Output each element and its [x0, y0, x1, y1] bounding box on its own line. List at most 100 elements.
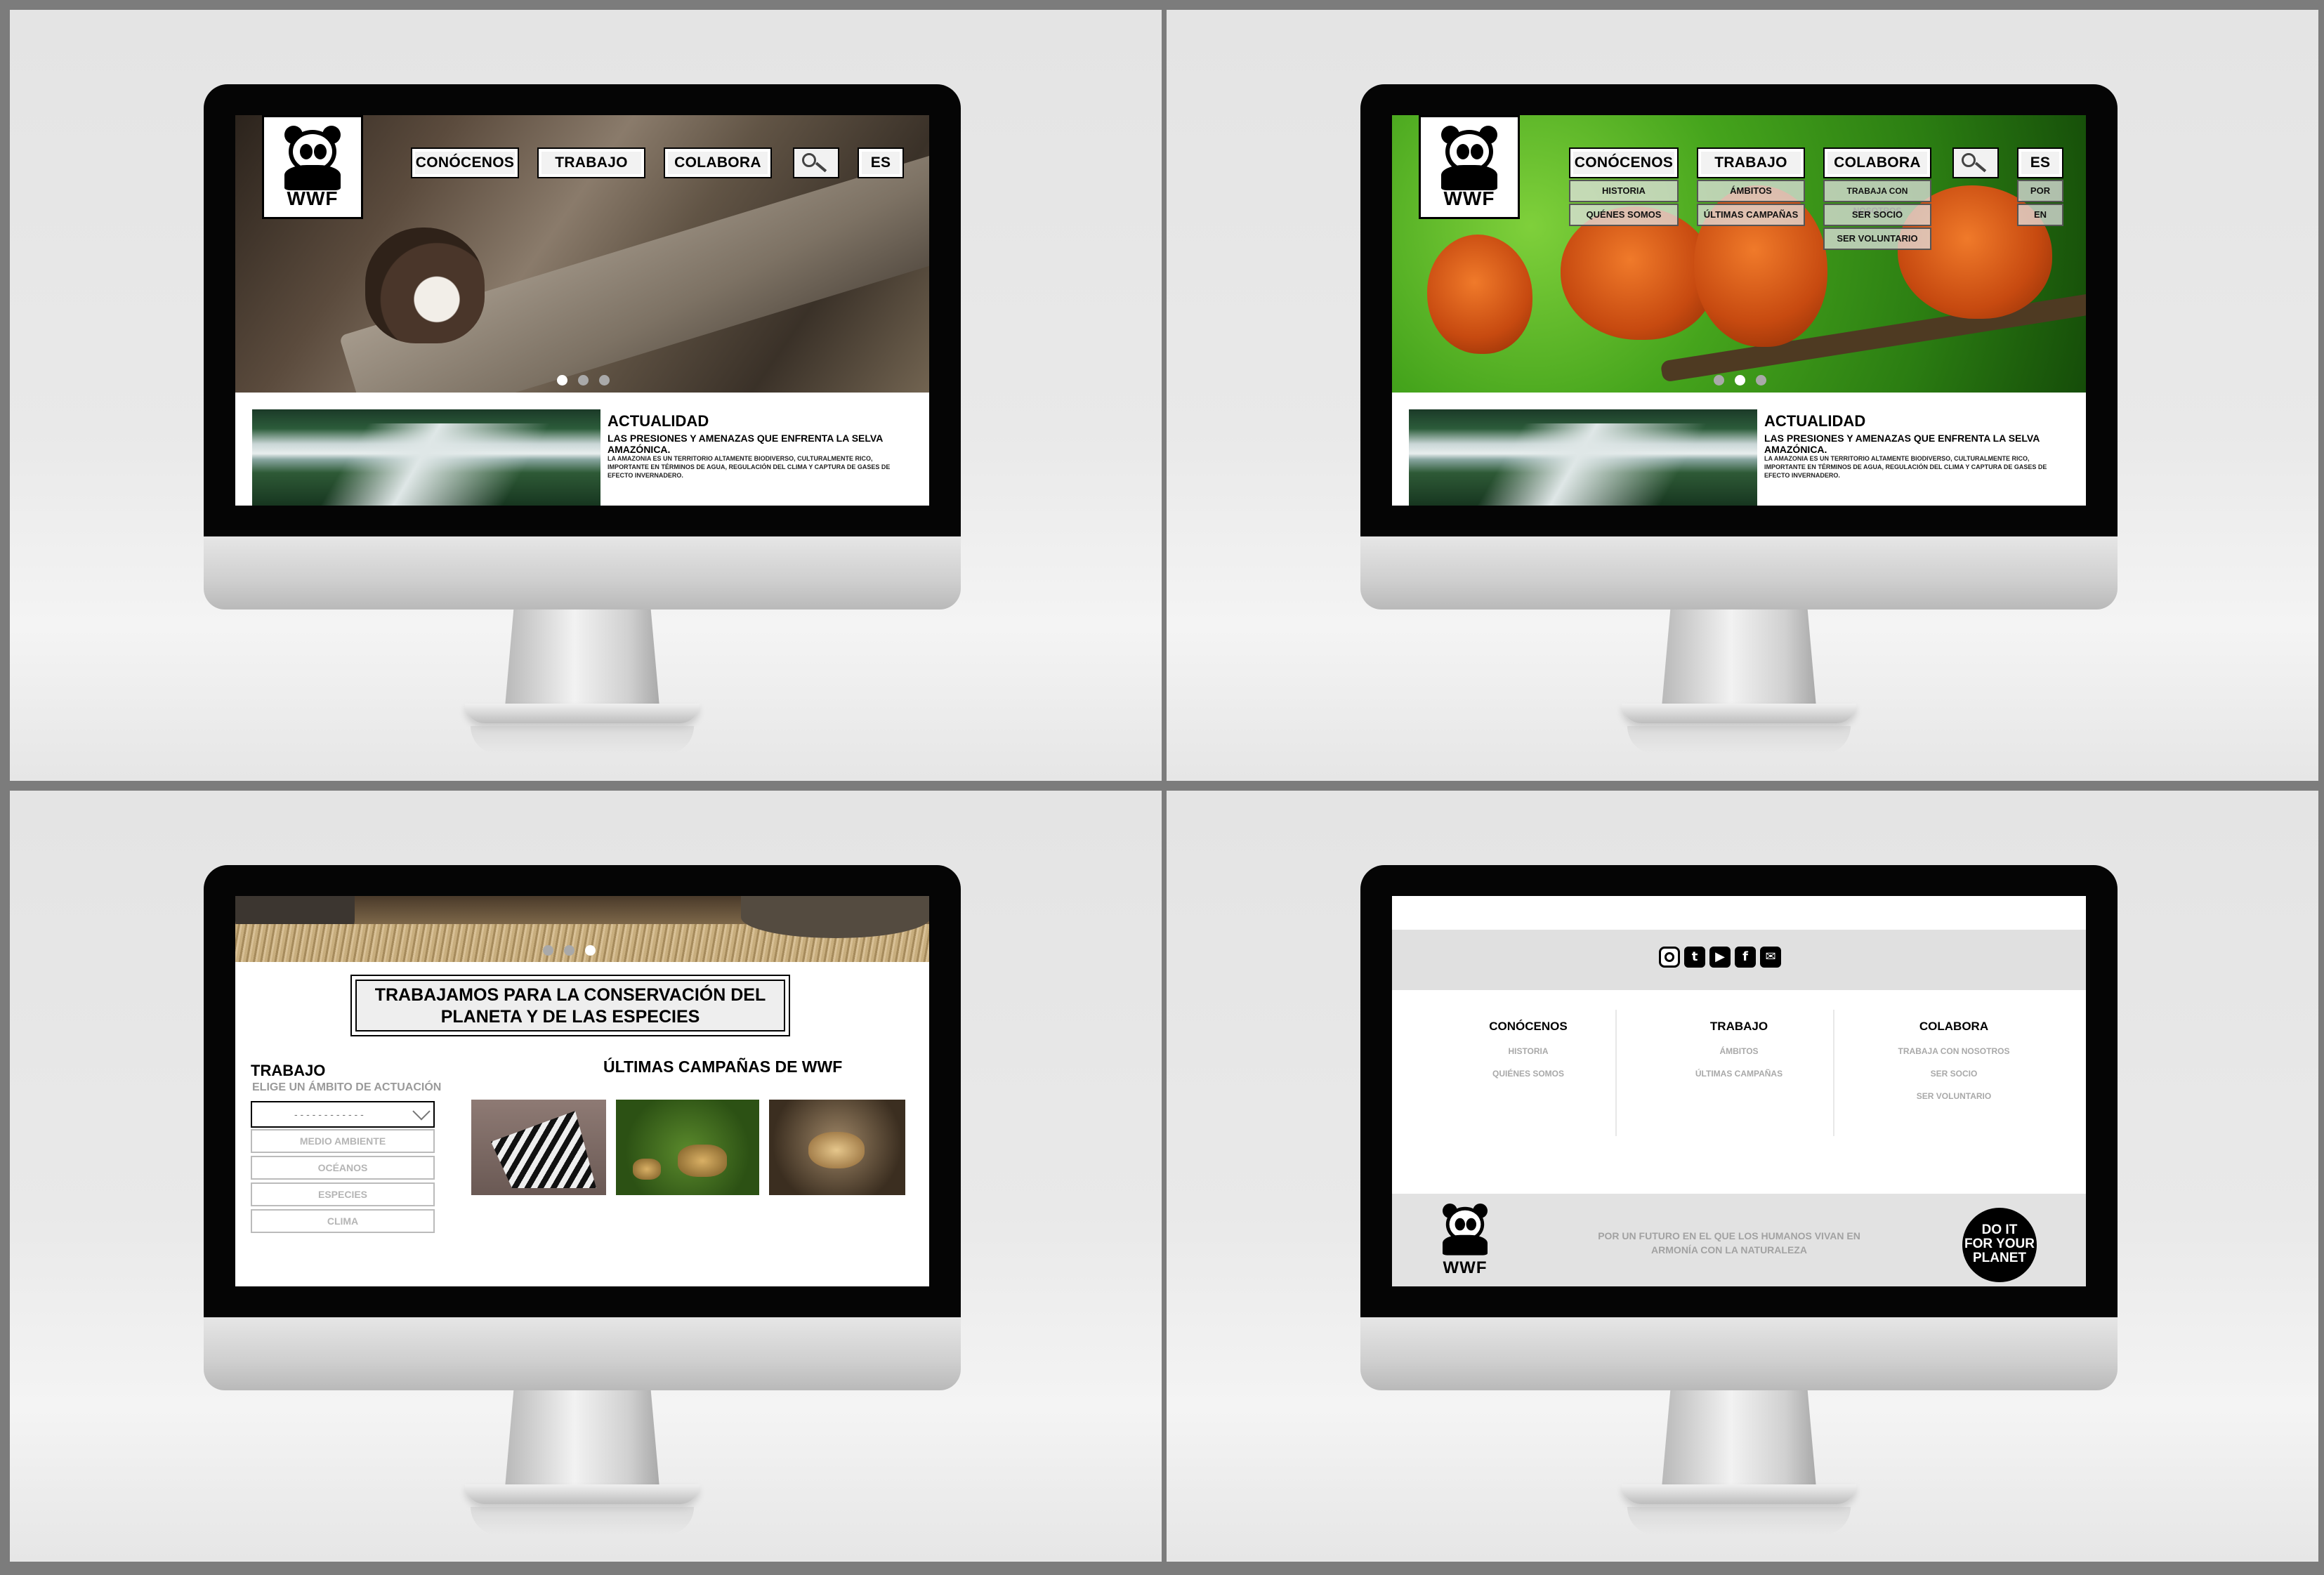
footer-link-ambitos[interactable]: ÁMBITOS [1634, 1046, 1844, 1056]
wwf-logo[interactable]: WWF [262, 115, 363, 219]
nav-conocenos[interactable]: CONÓCENOS [411, 147, 519, 178]
ambito-select[interactable]: - - - - - - - - - - - - [251, 1101, 435, 1128]
imac-display: WWF CONÓCENOS TRABAJO COLABORA ES HISTOR… [1360, 84, 2118, 754]
imac-bezel: WWF CONÓCENOS TRABAJO COLABORA ES HISTOR… [1360, 84, 2118, 536]
website-screen: TRABAJAMOS PARA LA CONSERVACIÓN DEL PLAN… [235, 896, 929, 1286]
submenu-trabaja-con-nosotros[interactable]: TRABAJA CON NOSOTROS [1823, 180, 1931, 216]
submenu-lang-por[interactable]: POR [2017, 180, 2063, 202]
imac-bezel: WWF CONÓCENOS TRABAJO COLABORA ES ACTUAL… [204, 84, 961, 536]
footer-column-colabora: COLABORA TRABAJA CON NOSOTROS SER SOCIO … [1849, 990, 2059, 1101]
do-it-badge[interactable]: DO IT FOR YOUR PLANET [1962, 1208, 2037, 1282]
youtube-icon[interactable]: ▶ [1709, 947, 1731, 968]
footer-slogan: POR UN FUTURO EN EL QUE LOS HUMANOS VIVA… [1598, 1230, 1860, 1256]
wwf-logo[interactable]: WWF [1437, 1204, 1493, 1281]
wwf-logo[interactable]: WWF [1419, 115, 1520, 219]
carousel-dots [1714, 375, 1766, 385]
news-image[interactable] [252, 409, 600, 506]
option-clima[interactable]: CLIMA [251, 1209, 435, 1233]
carousel-dots [557, 375, 610, 385]
hero-carousel-image[interactable] [235, 896, 929, 962]
chevron-down-icon [412, 1102, 431, 1121]
instagram-icon[interactable] [1659, 947, 1680, 968]
campaign-thumbnail-cheetahs[interactable] [616, 1100, 759, 1195]
nav-colabora[interactable]: COLABORA [1823, 147, 1931, 178]
language-button[interactable]: ES [2017, 147, 2063, 178]
news-body: LA AMAZONIA ES UN TERRITORIO ALTAMENTE B… [608, 455, 891, 479]
news-subheading[interactable]: LAS PRESIONES Y AMENAZAS QUE ENFRENTA LA… [1764, 433, 2086, 455]
carousel-dot[interactable] [578, 375, 589, 385]
news-body: LA AMAZONIA ES UN TERRITORIO ALTAMENTE B… [1764, 455, 2047, 479]
submenu-ultimas-campanas[interactable]: ÚLTIMAS CAMPAÑAS [1697, 204, 1805, 226]
campaign-thumbnail-zebra[interactable] [471, 1100, 606, 1195]
carousel-dot[interactable] [599, 375, 610, 385]
apple-logo-icon [562, 1334, 601, 1373]
apple-logo-icon [562, 553, 601, 593]
footer-bottom: WWF POR UN FUTURO EN EL QUE LOS HUMANOS … [1392, 1194, 2086, 1286]
carousel-dot[interactable] [564, 945, 575, 956]
submenu-ser-socio[interactable]: SER SOCIO [1823, 204, 1931, 226]
imac-bezel: TRABAJAMOS PARA LA CONSERVACIÓN DEL PLAN… [204, 865, 961, 1317]
imac-stand [504, 1390, 660, 1496]
carousel-dot[interactable] [1714, 375, 1724, 385]
footer-column-title: COLABORA [1919, 1020, 1989, 1033]
imac-bezel: t ▶ f ✉ CONÓCENOS HISTORIA QUIÉNES SOMOS… [1360, 865, 2118, 1317]
social-bar: t ▶ f ✉ [1392, 930, 2086, 990]
carousel-dot[interactable] [543, 945, 553, 956]
news-subheading[interactable]: LAS PRESIONES Y AMENAZAS QUE ENFRENTA LA… [608, 433, 929, 455]
nav-conocenos[interactable]: CONÓCENOS [1569, 147, 1679, 178]
twitter-icon[interactable]: t [1684, 947, 1705, 968]
imac-display: t ▶ f ✉ CONÓCENOS HISTORIA QUIÉNES SOMOS… [1360, 865, 2118, 1535]
badge-line-3: PLANET [1973, 1251, 2026, 1265]
footer-link-historia[interactable]: HISTORIA [1423, 1046, 1634, 1056]
language-button[interactable]: ES [858, 147, 904, 178]
news-image[interactable] [1409, 409, 1757, 506]
imac-stand [1661, 609, 1817, 715]
footer-divider [1833, 1010, 1834, 1136]
imac-foot [1622, 704, 1856, 723]
option-oceanos[interactable]: OCÉANOS [251, 1156, 435, 1180]
wwf-logo-text: WWF [1443, 187, 1495, 209]
page-top-area [1392, 896, 2086, 930]
footer-column-trabajo: TRABAJO ÁMBITOS ÚLTIMAS CAMPAÑAS [1634, 990, 1844, 1079]
imac-foot [1622, 1484, 1856, 1504]
mockup-menu-open: WWF CONÓCENOS TRABAJO COLABORA ES HISTOR… [1167, 10, 2318, 781]
footer-link-quienes-somos[interactable]: QUIÉNES SOMOS [1423, 1069, 1634, 1079]
mail-icon[interactable]: ✉ [1760, 947, 1781, 968]
facebook-icon[interactable]: f [1735, 947, 1756, 968]
footer-link-ser-socio[interactable]: SER SOCIO [1849, 1069, 2059, 1079]
footer-divider [1615, 1010, 1617, 1136]
carousel-dot[interactable] [1756, 375, 1766, 385]
panda-icon [1438, 1204, 1492, 1256]
submenu-ambitos[interactable]: ÁMBITOS [1697, 180, 1805, 202]
badge-line-2: FOR YOUR [1964, 1237, 2035, 1251]
footer-link-trabaja-con-nosotros[interactable]: TRABAJA CON NOSOTROS [1849, 1046, 2059, 1056]
campaigns-heading: ÚLTIMAS CAMPAÑAS DE WWF [603, 1057, 843, 1076]
search-button[interactable] [793, 147, 839, 178]
footer-link-ser-voluntario[interactable]: SER VOLUNTARIO [1849, 1091, 2059, 1101]
hero-carousel-image[interactable]: WWF CONÓCENOS TRABAJO COLABORA ES HISTOR… [1392, 115, 2086, 393]
submenu-quienes-somos[interactable]: QUÉNES SOMOS [1569, 204, 1679, 226]
news-heading: ACTUALIDAD [608, 412, 709, 430]
footer-column-title: CONÓCENOS [1489, 1020, 1568, 1033]
website-screen: t ▶ f ✉ CONÓCENOS HISTORIA QUIÉNES SOMOS… [1392, 896, 2086, 1286]
footer-link-ultimas-campanas[interactable]: ÚLTIMAS CAMPAÑAS [1634, 1069, 1844, 1079]
search-button[interactable] [1952, 147, 1999, 178]
submenu-ser-voluntario[interactable]: SER VOLUNTARIO [1823, 228, 1931, 250]
wwf-logo-text: WWF [1443, 1258, 1488, 1277]
carousel-dot[interactable] [585, 945, 596, 956]
hero-carousel-image[interactable]: WWF CONÓCENOS TRABAJO COLABORA ES [235, 115, 929, 393]
stand-reflection [1627, 1507, 1851, 1535]
submenu-historia[interactable]: HISTORIA [1569, 180, 1679, 202]
submenu-lang-en[interactable]: EN [2017, 204, 2063, 226]
campaign-thumbnail-leopard[interactable] [769, 1100, 905, 1195]
option-especies[interactable]: ESPECIES [251, 1182, 435, 1206]
nav-trabajo[interactable]: TRABAJO [1697, 147, 1805, 178]
option-medio-ambiente[interactable]: MEDIO AMBIENTE [251, 1129, 435, 1153]
nav-colabora[interactable]: COLABORA [664, 147, 772, 178]
carousel-dot[interactable] [1735, 375, 1745, 385]
stand-reflection [1627, 726, 1851, 754]
nav-trabajo[interactable]: TRABAJO [537, 147, 645, 178]
carousel-dot[interactable] [557, 375, 567, 385]
apple-logo-icon [1719, 553, 1758, 593]
website-screen: WWF CONÓCENOS TRABAJO COLABORA ES HISTOR… [1392, 115, 2086, 506]
